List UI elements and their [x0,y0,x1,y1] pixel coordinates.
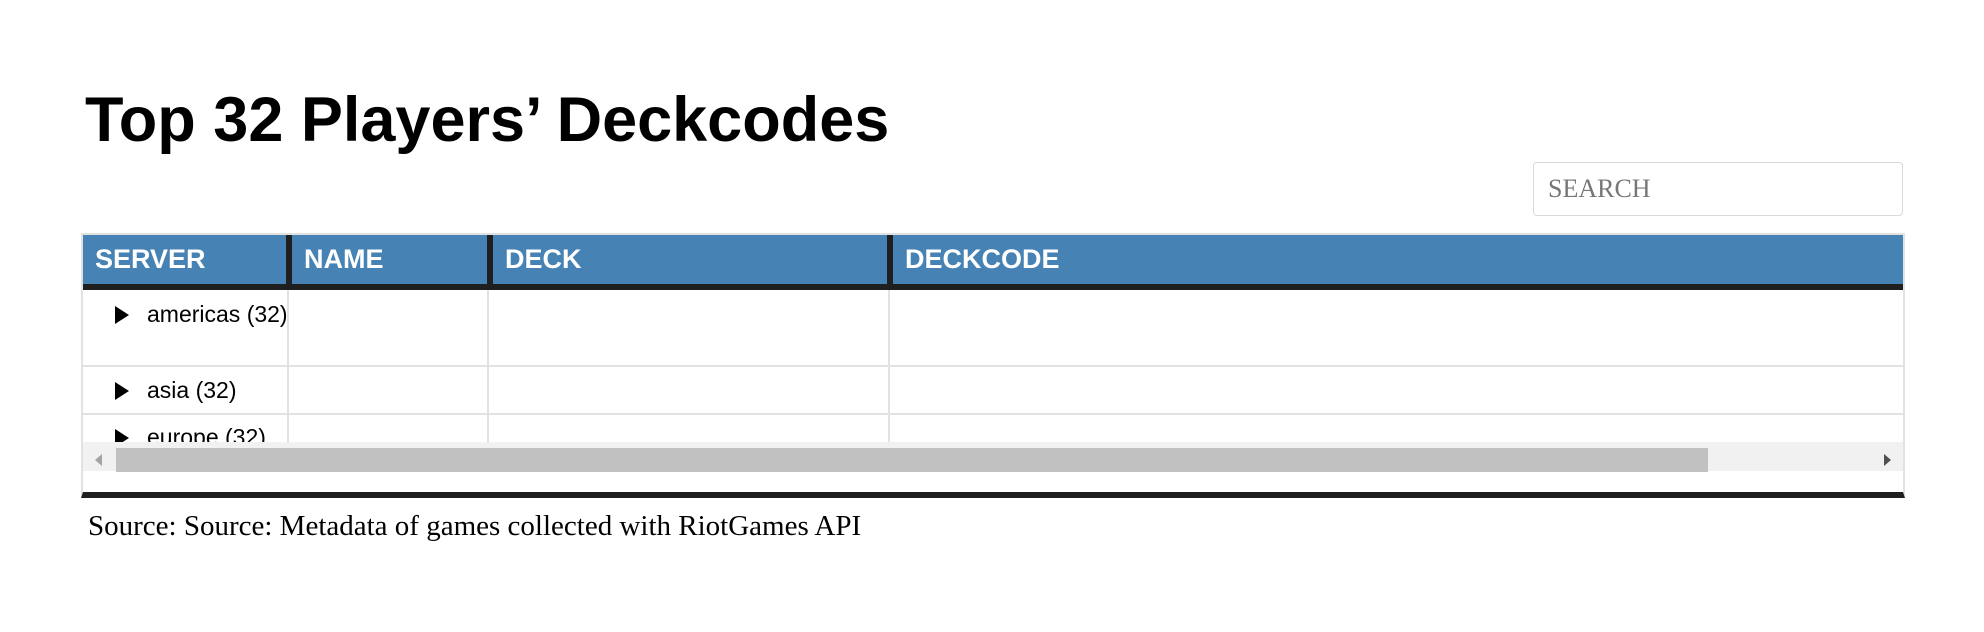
table-header: SERVER NAME DECK DECKCODE [83,235,1903,290]
group-toggle-asia[interactable]: asia (32) [99,376,289,405]
expand-triangle-icon[interactable] [115,382,129,400]
table-row[interactable]: europe (32) [83,415,1903,450]
scrollbar-thumb[interactable] [116,448,1708,472]
source-caption: Source: Source: Metadata of games collec… [88,510,862,542]
group-label: americas (32) [147,301,288,327]
column-header-deckcode[interactable]: DECKCODE [893,235,1903,284]
group-toggle-americas[interactable]: americas (32) [99,300,289,329]
column-header-name[interactable]: NAME [292,235,487,284]
scroll-right-icon[interactable] [1884,454,1891,466]
expand-triangle-icon[interactable] [115,306,129,324]
table-row[interactable]: asia (32) [83,367,1903,415]
column-header-label: DECKCODE [905,244,1060,274]
search-input[interactable] [1533,162,1903,216]
column-gridline [287,290,289,442]
horizontal-scrollbar[interactable] [83,442,1903,472]
table-row[interactable]: americas (32) [83,290,1903,367]
scroll-left-icon[interactable] [95,454,102,466]
column-header-server[interactable]: SERVER [83,235,286,284]
column-header-label: NAME [304,244,384,274]
page-title: Top 32 Players’ Deckcodes [85,85,890,155]
column-header-label: DECK [505,244,582,274]
column-gridline [888,290,890,442]
deckcodes-table: SERVER NAME DECK DECKCODE americas (32) … [81,233,1905,498]
group-label: asia (32) [147,377,237,403]
column-header-deck[interactable]: DECK [493,235,887,284]
column-header-label: SERVER [95,244,206,274]
column-gridline [487,290,489,442]
